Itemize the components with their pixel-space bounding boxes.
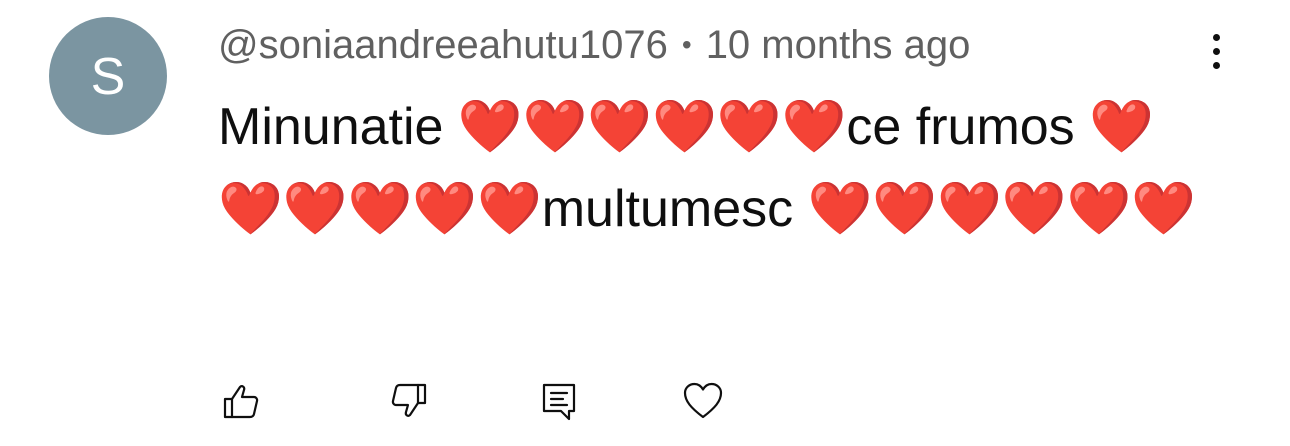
- comment-meta: @soniaandreeahutu1076 • 10 months ago: [218, 20, 970, 70]
- author-handle[interactable]: @soniaandreeahutu1076: [218, 23, 668, 68]
- heart-button[interactable]: [680, 378, 726, 424]
- thumbs-down-icon: [391, 383, 427, 417]
- more-vertical-icon: [1212, 33, 1220, 41]
- comment-text: Minunatie ❤️❤️❤️❤️❤️❤️ce frumos ❤️❤️❤️❤️…: [218, 98, 1197, 238]
- comment-timestamp[interactable]: 10 months ago: [706, 23, 971, 68]
- reply-comment-icon: [542, 383, 576, 421]
- more-options-button[interactable]: [1196, 28, 1236, 74]
- thumbs-up-icon: [223, 385, 259, 419]
- avatar[interactable]: S: [49, 17, 167, 135]
- avatar-letter: S: [90, 48, 126, 106]
- reply-button[interactable]: [536, 378, 582, 424]
- heart-icon: [683, 382, 723, 419]
- meta-separator: •: [681, 29, 692, 60]
- like-button[interactable]: [218, 378, 264, 424]
- comment-actions: [218, 378, 738, 424]
- dislike-button[interactable]: [386, 378, 432, 424]
